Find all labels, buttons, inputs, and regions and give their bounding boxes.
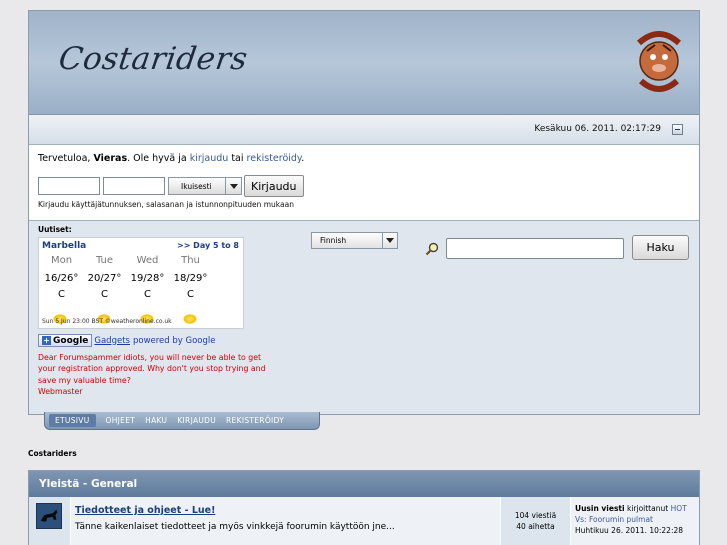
register-link[interactable]: rekisteröidy [247, 153, 302, 164]
spam-line: save my valuable time? [38, 375, 131, 385]
weather-footer[interactable]: Sun 5 Jun 23:00 BST ©weatheronline.co.uk [42, 318, 172, 325]
last-post: Uusin viesti kirjoittanut HOT Vs: Foorum… [571, 497, 699, 545]
search-button[interactable]: Haku [632, 235, 689, 260]
search-input[interactable] [446, 238, 624, 259]
weather-day: Mon [50, 255, 73, 266]
weather-days: Mon Tue Wed Thu [39, 255, 243, 266]
weather-day: Tue [95, 255, 114, 266]
search-icon [425, 242, 439, 256]
google-word: Google [53, 335, 89, 346]
weather-temps: 16/26° 20/27° 19/28° 18/29° [39, 273, 243, 284]
session-length-value: Ikuisesti [181, 181, 212, 191]
last-post-date: Huhtikuu 26. 2011. 10:22:28 [575, 526, 684, 535]
welcome-prefix: Tervetuloa, [38, 153, 94, 164]
forum-frame: Costariders Kesäkuu 06. 2011. 02:17:29 T… [28, 10, 700, 415]
date-bar: Kesäkuu 06. 2011. 02:17:29 [29, 115, 699, 145]
login-button[interactable]: Kirjaudu [244, 175, 304, 197]
spam-line: your registration approved. Why don't yo… [38, 364, 266, 374]
spam-warning: Dear Forumspammer idiots, you will never… [38, 352, 293, 398]
last-post-prefix: Uusin viesti [575, 504, 625, 513]
weather-temp: 18/29° [173, 273, 208, 284]
collapse-icon[interactable] [672, 124, 683, 135]
weather-location[interactable]: Marbella [42, 241, 86, 251]
news-label: Uutiset: [38, 225, 72, 234]
site-logo[interactable]: Costariders [56, 41, 249, 77]
breadcrumb[interactable]: Costariders [28, 449, 77, 458]
board-stats: 104 viestiä 40 aihetta [501, 497, 571, 545]
main-menu: ETUSIVU OHJEET HAKU KIRJAUDU REKISTERÖID… [44, 412, 320, 430]
last-post-author[interactable]: HOT [671, 504, 687, 513]
welcome-message: Tervetuloa, Vieras. Ole hyvä ja kirjaudu… [38, 153, 304, 164]
menu-item-help[interactable]: OHJEET [106, 416, 136, 425]
session-length-select[interactable]: Ikuisesti [168, 177, 242, 195]
weather-temp: 16/26° [44, 273, 79, 284]
last-post-by: kirjoittanut [624, 504, 671, 513]
site-header: Costariders [29, 11, 699, 115]
weather-unit: C [187, 289, 194, 300]
menu-item-search[interactable]: HAKU [145, 416, 167, 425]
last-post-topic[interactable]: Vs: Foorumin pulmat [575, 514, 695, 525]
post-count: 104 viestiä [514, 511, 557, 520]
category-title[interactable]: Yleistä - General [29, 471, 699, 497]
login-hint: Kirjaudu käyttäjätunnuksen, salasanan ja… [38, 200, 294, 209]
welcome-mid: . Ole hyvä ja [127, 153, 190, 164]
bull-icon[interactable] [36, 503, 62, 529]
weather-day: Wed [136, 255, 159, 266]
welcome-or: tai [228, 153, 247, 164]
weather-temp: 19/28° [130, 273, 165, 284]
topic-count: 40 aihetta [516, 522, 555, 531]
google-gadgets: + Google Gadgets powered by Google [38, 334, 215, 347]
weather-widget: Marbella >> Day 5 to 8 Mon Tue Wed Thu 1… [38, 237, 244, 329]
spam-line: Webmaster [38, 387, 83, 397]
add-to-google-button[interactable]: + Google [38, 334, 93, 347]
board-info: Tiedotteet ja ohjeet - Lue! Tänne kaiken… [71, 497, 501, 545]
chevron-down-icon [382, 233, 397, 248]
weather-unit: C [144, 289, 151, 300]
board-description: Tänne kaikenlaiset tiedotteet ja myös vi… [75, 522, 395, 532]
login-form: Ikuisesti Kirjaudu [38, 175, 304, 197]
menu-item-login[interactable]: KIRJAUDU [177, 416, 216, 425]
password-input[interactable] [103, 177, 165, 195]
menu-item-register[interactable]: REKISTERÖIDY [226, 416, 284, 425]
last-post-header: Uusin viesti kirjoittanut HOT [575, 503, 695, 514]
weather-more-link[interactable]: >> Day 5 to 8 [177, 241, 239, 250]
weather-sun-icon [183, 314, 197, 324]
costa-riders-badge [636, 31, 682, 92]
language-value: Finnish [320, 236, 347, 245]
powered-by-google[interactable]: powered by Google [133, 336, 216, 346]
guest-name: Vieras [93, 153, 128, 164]
category-general: Yleistä - General Tiedotteet ja ohjeet -… [28, 470, 700, 545]
board-icon-cell [29, 497, 71, 545]
chevron-down-icon [225, 178, 241, 194]
news-panel: Uutiset: Marbella >> Day 5 to 8 Mon Tue … [29, 220, 699, 414]
language-select[interactable]: Finnish [311, 232, 398, 249]
weather-day: Thu [181, 255, 200, 266]
board-row: Tiedotteet ja ohjeet - Lue! Tänne kaiken… [29, 497, 699, 545]
plus-icon: + [42, 336, 51, 345]
menu-item-home[interactable]: ETUSIVU [49, 414, 96, 427]
welcome-end: . [301, 153, 305, 164]
weather-unit: C [101, 289, 108, 300]
weather-temp: 20/27° [87, 273, 122, 284]
weather-unit: C [58, 289, 65, 300]
username-input[interactable] [38, 177, 100, 195]
spam-line: Dear Forumspammer idiots, you will never… [38, 353, 262, 362]
weather-units: C C C C [39, 289, 243, 300]
current-date: Kesäkuu 06. 2011. 02:17:29 [534, 124, 661, 134]
gadgets-link[interactable]: Gadgets [94, 336, 130, 346]
login-link[interactable]: kirjaudu [190, 153, 229, 164]
user-box: Tervetuloa, Vieras. Ole hyvä ja kirjaudu… [29, 146, 699, 219]
board-title[interactable]: Tiedotteet ja ohjeet - Lue! [75, 505, 496, 516]
